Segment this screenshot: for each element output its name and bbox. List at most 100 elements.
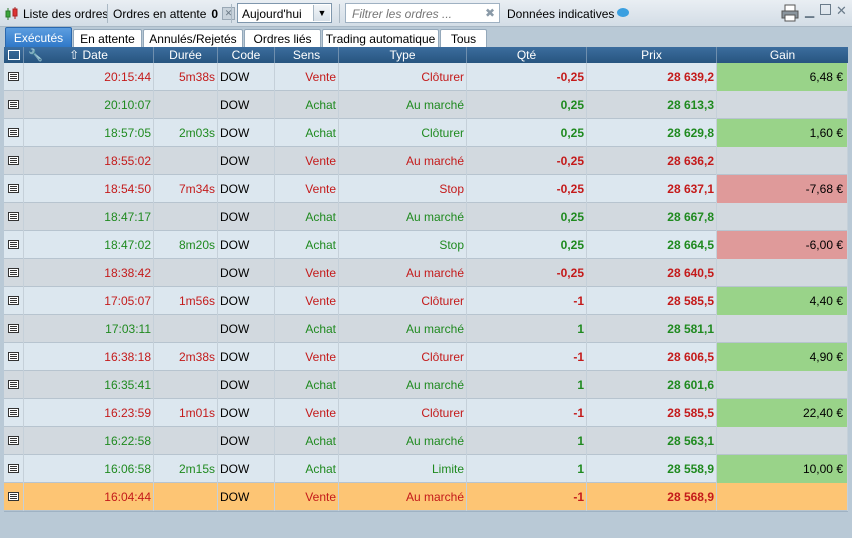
toolbar-separator xyxy=(231,4,232,23)
table-row[interactable]: 18:54:50 7m34s DOW Vente Stop -0,25 28 637,1 -7… xyxy=(4,175,848,203)
cell-type: Clôturer xyxy=(339,399,467,427)
table-row[interactable]: 16:38:18 2m38s DOW Vente Clôturer -1 28 606,5 4… xyxy=(4,343,848,371)
cell-direction: Vente xyxy=(275,175,339,203)
close-icon[interactable]: ✕ xyxy=(836,3,847,19)
document-icon[interactable] xyxy=(8,296,19,305)
cell-direction: Vente xyxy=(275,399,339,427)
cell-duration xyxy=(154,91,218,119)
table-row[interactable]: 16:22:58 DOW Achat Au marché 1 28 563,1 xyxy=(4,427,848,455)
table-row[interactable]: 20:10:07 DOW Achat Au marché 0,25 28 613,3 xyxy=(4,91,848,119)
header-type[interactable]: Type xyxy=(339,47,467,63)
tab-linked-orders[interactable]: Ordres liés xyxy=(244,29,321,47)
cell-price: 28 585,5 xyxy=(587,399,717,427)
row-doc xyxy=(4,231,24,259)
table-row[interactable]: 18:47:02 8m20s DOW Achat Stop 0,25 28 664,5 -6,… xyxy=(4,231,848,259)
header-document-col[interactable] xyxy=(4,47,24,63)
cell-direction: Achat xyxy=(275,231,339,259)
cell-type: Au marché xyxy=(339,483,467,511)
cell-quantity: -0,25 xyxy=(467,259,587,287)
clear-filter-icon[interactable]: ✖ xyxy=(485,6,495,20)
document-icon[interactable] xyxy=(8,184,19,193)
cell-price: 28 613,3 xyxy=(587,91,717,119)
table-row[interactable]: 18:55:02 DOW Vente Au marché -0,25 28 636,2 xyxy=(4,147,848,175)
cell-gain: 10,00 € xyxy=(717,455,848,483)
table-row[interactable]: 16:35:41 DOW Achat Au marché 1 28 601,6 xyxy=(4,371,848,399)
tab-all[interactable]: Tous xyxy=(440,29,487,47)
table-row[interactable]: 17:03:11 DOW Achat Au marché 1 28 581,1 xyxy=(4,315,848,343)
document-icon[interactable] xyxy=(8,72,19,81)
row-doc xyxy=(4,455,24,483)
candlestick-icon xyxy=(5,6,18,20)
cell-code: DOW xyxy=(218,371,275,399)
table-row[interactable]: 16:23:59 1m01s DOW Vente Clôturer -1 28 585,5 2… xyxy=(4,399,848,427)
minimize-icon[interactable]: ▁ xyxy=(805,4,814,18)
cell-code: DOW xyxy=(218,119,275,147)
header-price[interactable]: Prix xyxy=(587,47,717,63)
document-icon xyxy=(7,50,20,60)
cell-quantity: -0,25 xyxy=(467,175,587,203)
document-icon[interactable] xyxy=(8,268,19,277)
cell-duration: 1m01s xyxy=(154,399,218,427)
toolbar-title: Liste des ordres xyxy=(23,6,109,21)
cell-duration: 5m38s xyxy=(154,63,218,91)
header-date[interactable]: 🔧 ⇧ Date xyxy=(24,47,154,63)
cell-gain: 6,48 € xyxy=(717,63,848,91)
tab-cancelled-rejected[interactable]: Annulés/Rejetés xyxy=(143,29,243,47)
cell-price: 28 585,5 xyxy=(587,287,717,315)
cell-type: Au marché xyxy=(339,315,467,343)
cell-gain xyxy=(717,315,848,343)
maximize-icon[interactable] xyxy=(820,4,831,15)
table-row[interactable]: 18:47:17 DOW Achat Au marché 0,25 28 667,8 xyxy=(4,203,848,231)
document-icon[interactable] xyxy=(8,128,19,137)
cell-direction: Achat xyxy=(275,427,339,455)
header-quantity[interactable]: Qté xyxy=(467,47,587,63)
document-icon[interactable] xyxy=(8,436,19,445)
header-label: Code xyxy=(231,48,261,62)
clear-icon[interactable]: ✕ xyxy=(222,7,236,20)
toolbar-separator xyxy=(107,4,108,23)
tab-executed[interactable]: Exécutés xyxy=(5,27,72,47)
filter-input[interactable] xyxy=(350,5,484,23)
document-icon[interactable] xyxy=(8,380,19,389)
cell-code: DOW xyxy=(218,147,275,175)
table-row[interactable]: 16:04:44 DOW Vente Au marché -1 28 568,9 xyxy=(4,483,848,511)
document-icon[interactable] xyxy=(8,100,19,109)
header-label: Sens xyxy=(292,48,321,62)
document-icon[interactable] xyxy=(8,156,19,165)
cell-price: 28 606,5 xyxy=(587,343,717,371)
header-direction[interactable]: Sens xyxy=(275,47,339,63)
cell-date: 18:57:05 xyxy=(24,119,154,147)
header-gain[interactable]: Gain xyxy=(717,47,848,63)
header-duration[interactable]: Durée xyxy=(154,47,218,63)
cell-quantity: -0,25 xyxy=(467,147,587,175)
cell-duration xyxy=(154,427,218,455)
period-select[interactable]: Aujourd'hui ▼ xyxy=(237,3,332,23)
wrench-icon[interactable]: 🔧 xyxy=(28,47,43,63)
tab-automatic-trading[interactable]: Trading automatique xyxy=(322,29,439,47)
filter-field[interactable]: ✖ xyxy=(345,3,500,23)
document-icon[interactable] xyxy=(8,492,19,501)
table-row[interactable]: 18:57:05 2m03s DOW Achat Clôturer 0,25 28 629,… xyxy=(4,119,848,147)
document-icon[interactable] xyxy=(8,464,19,473)
document-icon[interactable] xyxy=(8,408,19,417)
table-row[interactable]: 18:38:42 DOW Vente Au marché -0,25 28 640,5 xyxy=(4,259,848,287)
header-code[interactable]: Code xyxy=(218,47,275,63)
print-icon[interactable] xyxy=(781,4,799,22)
cell-gain xyxy=(717,203,848,231)
cell-gain: 1,60 € xyxy=(717,119,848,147)
chevron-down-icon[interactable]: ▼ xyxy=(313,5,330,21)
tab-pending[interactable]: En attente xyxy=(73,29,142,47)
document-icon[interactable] xyxy=(8,352,19,361)
table-row[interactable]: 20:15:44 5m38s DOW Vente Clôturer -0,25 28 639… xyxy=(4,63,848,91)
cell-type: Au marché xyxy=(339,147,467,175)
document-icon[interactable] xyxy=(8,212,19,221)
tab-label: En attente xyxy=(80,31,135,46)
document-icon[interactable] xyxy=(8,240,19,249)
document-icon[interactable] xyxy=(8,324,19,333)
cell-code: DOW xyxy=(218,427,275,455)
cell-direction: Vente xyxy=(275,259,339,287)
cell-quantity: -1 xyxy=(467,399,587,427)
table-row[interactable]: 16:06:58 2m15s DOW Achat Limite 1 28 558,9 10,0… xyxy=(4,455,848,483)
cell-direction: Achat xyxy=(275,119,339,147)
table-row[interactable]: 17:05:07 1m56s DOW Vente Clôturer -1 28 585,5 4… xyxy=(4,287,848,315)
